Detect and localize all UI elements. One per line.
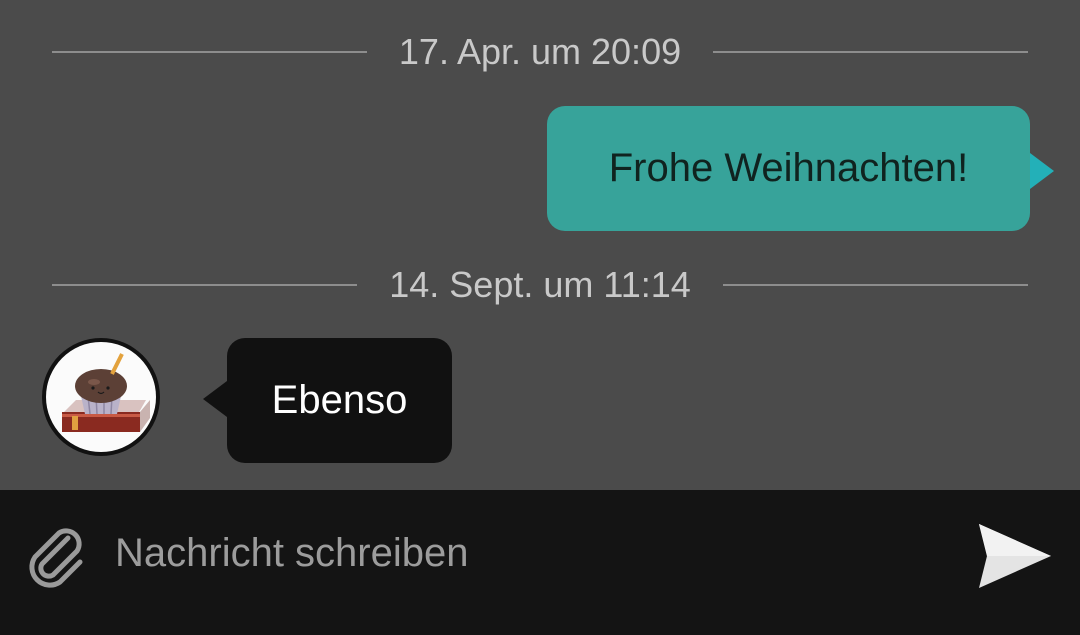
paperclip-icon — [29, 528, 83, 588]
bubble-tail — [1030, 153, 1054, 189]
divider-line — [713, 51, 1029, 53]
date-divider: 14. Sept. um 11:14 — [52, 255, 1029, 315]
message-text: Ebenso — [271, 378, 408, 422]
send-button[interactable] — [975, 518, 1055, 594]
incoming-message-bubble[interactable]: Ebenso — [203, 338, 452, 463]
divider-line — [52, 51, 367, 53]
send-icon — [979, 524, 1051, 588]
date-divider-label: 17. Apr. um 20:09 — [398, 31, 682, 72]
contact-avatar[interactable] — [42, 338, 160, 456]
divider-line — [722, 284, 1029, 286]
attach-button[interactable] — [22, 522, 94, 594]
bubble-tail — [203, 381, 227, 417]
message-text: Frohe Weihnachten! — [608, 146, 969, 190]
divider-line — [52, 284, 358, 286]
date-divider: 17. Apr. um 20:09 — [52, 22, 1029, 82]
outgoing-message-bubble[interactable]: Frohe Weihnachten! — [547, 106, 1054, 231]
chat-area: 17. Apr. um 20:09 Frohe Weihnachten! 14.… — [0, 0, 1080, 490]
cupcake-on-book-avatar-icon — [62, 353, 150, 432]
message-input[interactable] — [115, 518, 935, 588]
date-divider-label: 14. Sept. um 11:14 — [389, 264, 691, 305]
message-composer — [0, 490, 1080, 635]
